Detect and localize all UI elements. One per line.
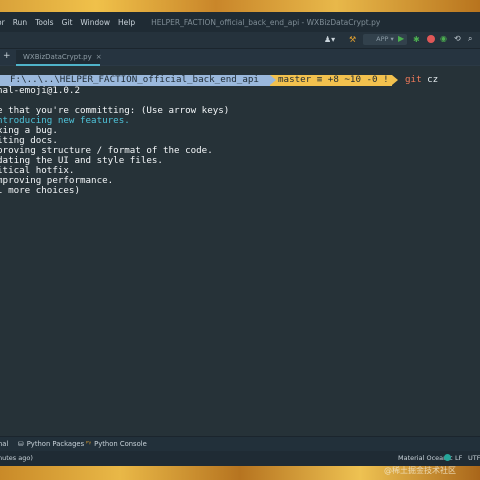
encoding-indicator[interactable]: UTF — [468, 454, 480, 462]
bottom-tool-bar: nal ⛁ Python Packages ᴾᵞ Python Console — [0, 436, 480, 451]
prompt-command: git cz — [405, 75, 438, 85]
status-message[interactable]: nutes ago) — [0, 454, 33, 462]
tool-tab-terminal-label: nal — [0, 440, 9, 448]
prompt-separator — [270, 75, 276, 85]
tool-tab-python-packages-label: Python Packages — [26, 440, 85, 448]
tab-wxbizdatacrypt[interactable]: WXBizDataCrypt.py × — [16, 50, 102, 66]
status-bar: nutes ago) Material Oceanic LF UTF — [0, 451, 480, 466]
tool-tab-python-console-label: Python Console — [94, 440, 147, 448]
prompt-command-git: git — [405, 74, 422, 85]
tool-tab-terminal[interactable]: nal — [0, 440, 8, 448]
menu-item-run[interactable]: Run — [13, 18, 27, 27]
add-tab-icon[interactable]: + — [3, 51, 11, 61]
packages-icon: ⛁ — [18, 440, 24, 448]
run-icon[interactable]: ▶ — [398, 34, 407, 45]
tool-tab-python-console[interactable]: ᴾᵞ Python Console — [86, 440, 147, 448]
window-title: HELPER_FACTION_official_back_end_api - W… — [151, 17, 381, 27]
run-config-label: APP — [376, 35, 389, 43]
menu-item-help[interactable]: Help — [118, 18, 135, 27]
stop-icon[interactable] — [427, 35, 435, 43]
menu-item-git[interactable]: Git — [62, 18, 73, 27]
coverage-icon[interactable]: ◉ — [440, 34, 450, 45]
prompt-separator — [392, 75, 398, 85]
python-console-icon: ᴾᵞ — [86, 440, 92, 448]
menu-bar: or Run Tools Git Window Help HELPER_FACT… — [0, 12, 480, 32]
editor-tab-bar: + WXBizDataCrypt.py × — [0, 49, 480, 66]
theme-color-icon — [444, 454, 451, 461]
terminal-line: l more choices) — [0, 185, 80, 196]
terminal-panel[interactable]: F:\..\..\HELPER_FACTION_official_back_en… — [0, 66, 480, 436]
line-ending-indicator[interactable]: LF — [455, 454, 462, 462]
menu-item-window[interactable]: Window — [80, 18, 110, 27]
user-icon[interactable]: ♟▾ — [324, 35, 338, 44]
watermark: @稀土掘金技术社区 — [384, 466, 456, 475]
terminal-line: nal-emoji@1.0.2 — [0, 85, 80, 96]
prompt-path: F:\..\..\HELPER_FACTION_official_back_en… — [10, 74, 259, 85]
profile-icon[interactable]: ⟲ — [454, 34, 464, 45]
debug-icon[interactable]: ✱ — [413, 35, 422, 45]
prompt-branch: master ≡ +8 ~10 -0 ! — [278, 74, 389, 85]
tab-label: WXBizDataCrypt.py — [23, 53, 92, 61]
main-toolbar: ♟▾ ⚒ APP ▾ ▶ ✱ ◉ ⟲ ⌕ — [0, 32, 480, 49]
search-icon[interactable]: ⌕ — [468, 34, 478, 45]
prompt-command-args: cz — [421, 74, 439, 85]
menu-item-partial[interactable]: or — [0, 18, 5, 27]
python-file-icon — [17, 54, 23, 60]
tool-tab-python-packages[interactable]: ⛁ Python Packages — [18, 440, 84, 448]
menu-item-tools[interactable]: Tools — [35, 18, 53, 27]
close-icon[interactable]: × — [96, 53, 102, 61]
prompt-branch-segment: master ≡ +8 ~10 -0 ! — [270, 75, 392, 86]
build-icon[interactable]: ⚒ — [349, 35, 359, 45]
ide-window: or Run Tools Git Window Help HELPER_FACT… — [0, 12, 480, 466]
desktop-wallpaper-top — [0, 0, 480, 12]
